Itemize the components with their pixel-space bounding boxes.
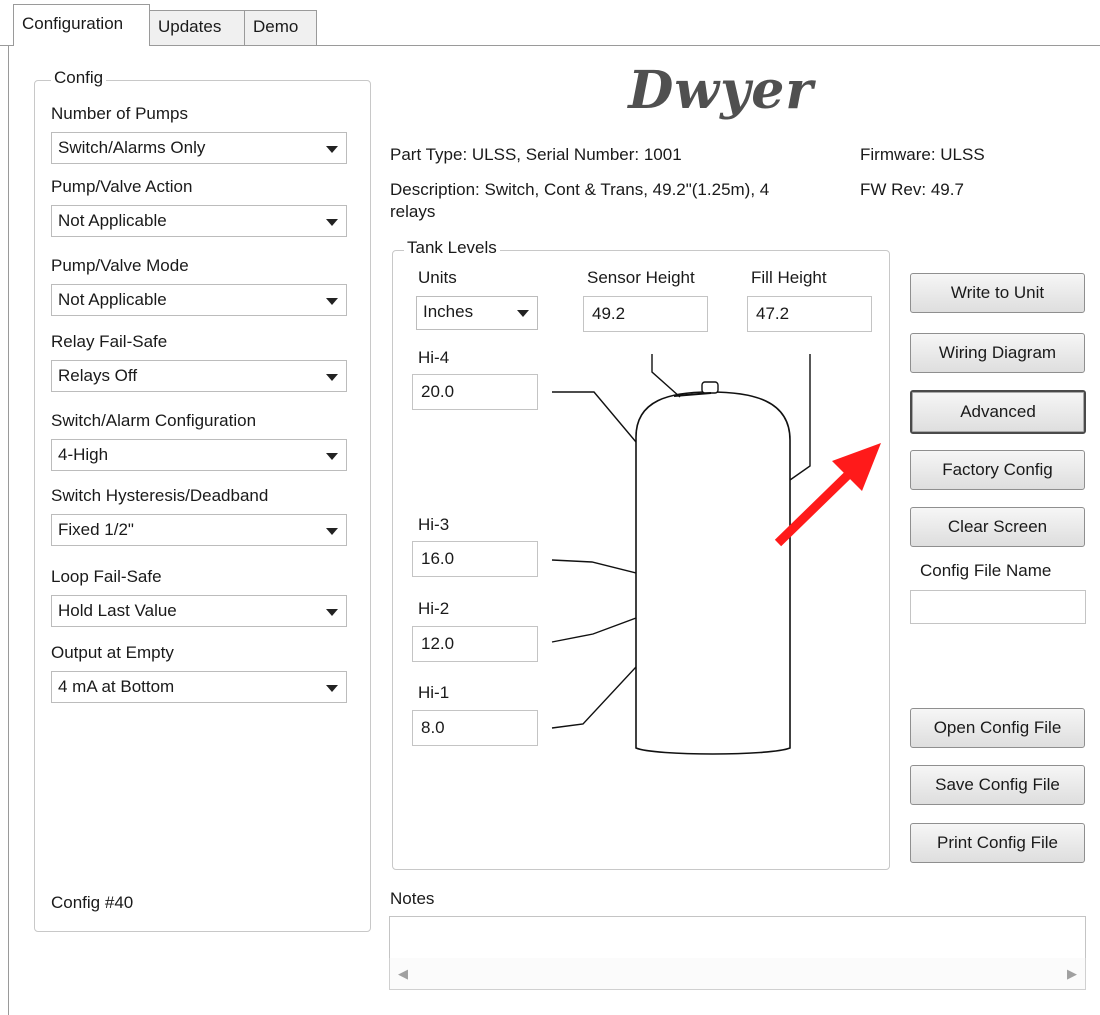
- notes-label: Notes: [390, 889, 435, 908]
- wiring-diagram-button[interactable]: Wiring Diagram: [910, 333, 1085, 373]
- config-file-name-label: Config File Name: [920, 561, 1052, 580]
- save-config-file-button[interactable]: Save Config File: [910, 765, 1085, 805]
- scroll-left-icon[interactable]: ◀: [398, 966, 408, 982]
- tab-configuration[interactable]: Configuration: [13, 4, 150, 46]
- config-file-name-input[interactable]: [910, 590, 1086, 624]
- notes-horizontal-scrollbar[interactable]: ◀ ▶: [389, 958, 1086, 990]
- notes-textarea[interactable]: [389, 916, 1086, 958]
- open-config-file-button[interactable]: Open Config File: [910, 708, 1085, 748]
- clear-screen-button[interactable]: Clear Screen: [910, 507, 1085, 547]
- level-leader-lines: [551, 354, 811, 729]
- print-config-file-button[interactable]: Print Config File: [910, 823, 1085, 863]
- annotation-arrow: [774, 443, 881, 547]
- tank-vessel: [635, 391, 791, 755]
- advanced-button[interactable]: Advanced: [910, 390, 1086, 434]
- factory-config-button[interactable]: Factory Config: [910, 450, 1085, 490]
- scroll-right-icon[interactable]: ▶: [1067, 966, 1077, 982]
- write-to-unit-button[interactable]: Write to Unit: [910, 273, 1085, 313]
